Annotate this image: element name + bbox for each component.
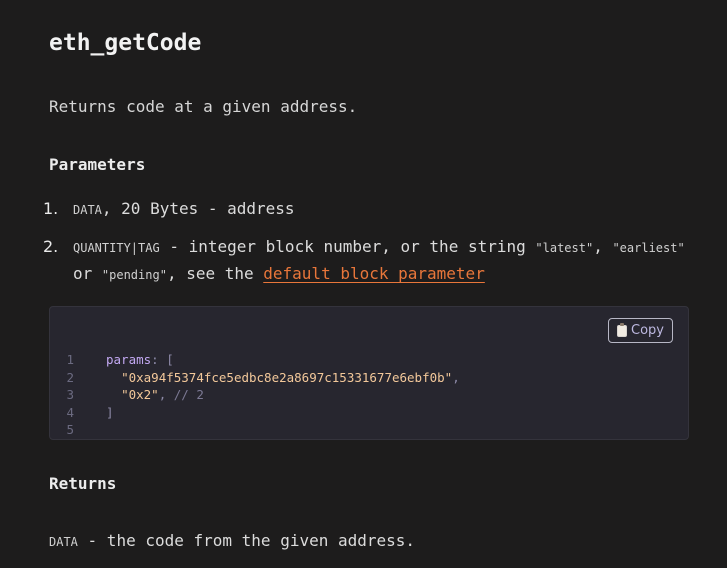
tag-earliest: "earliest" <box>612 241 685 255</box>
code-comma: , <box>452 369 460 385</box>
param-type: DATA <box>73 203 102 217</box>
clipboard-icon <box>617 322 628 337</box>
line-number: 3 <box>66 387 74 403</box>
code-string: "0x2" <box>121 387 159 403</box>
code-text: params: [ <box>106 351 174 369</box>
parameters-list: 1. DATA, 20 Bytes - address 2. QUANTITY|… <box>43 196 689 288</box>
code-line: 2 "0xa94f5374fce5edbc8e2a8697c15331677e6… <box>50 369 688 387</box>
page-title: eth_getCode <box>49 30 202 56</box>
param-description: - integer block number, or the string <box>159 237 536 256</box>
code-string: "0xa94f5374fce5edbc8e2a8697c15331677e6eb… <box>121 369 453 385</box>
tag-pending: "pending" <box>101 268 167 282</box>
copy-button[interactable]: Copy <box>608 318 673 343</box>
parameters-heading: Parameters <box>49 155 146 174</box>
line-number: 5 <box>66 422 74 438</box>
code-text: "0x2", // 2 <box>106 386 204 404</box>
code-bracket: [ <box>166 352 174 367</box>
code-block: Copy 1 params: [ 2 "0xa94f5374fce5edbc8e… <box>49 306 689 440</box>
param-type: QUANTITY|TAG <box>73 241 160 255</box>
separator: , <box>593 237 613 256</box>
code-line: 4 ] <box>50 404 688 422</box>
return-description: - the code from the given address. <box>77 531 416 550</box>
code-line: 5 <box>50 421 688 439</box>
code-text: "0xa94f5374fce5edbc8e2a8697c15331677e6eb… <box>106 369 460 387</box>
param-description-tail: , see the <box>166 264 264 283</box>
tag-latest: "latest" <box>535 241 594 255</box>
returns-heading: Returns <box>49 474 117 493</box>
code-lines: 1 params: [ 2 "0xa94f5374fce5edbc8e2a869… <box>50 351 688 439</box>
list-number: 2. <box>43 237 59 256</box>
list-item: 2. QUANTITY|TAG - integer block number, … <box>43 234 689 288</box>
list-number: 1. <box>43 199 59 218</box>
code-key: params <box>106 352 152 367</box>
line-number: 2 <box>66 369 74 385</box>
returns-description: DATA - the code from the given address. <box>49 531 415 550</box>
conjunction: or <box>73 264 102 283</box>
line-number: 4 <box>66 404 74 420</box>
list-item: 1. DATA, 20 Bytes - address <box>43 196 689 223</box>
code-line: 3 "0x2", // 2 <box>50 386 688 404</box>
copy-label: Copy <box>631 323 664 338</box>
param-description: , 20 Bytes - address <box>101 199 295 218</box>
code-text: ] <box>106 404 114 422</box>
code-bracket: ] <box>106 404 114 420</box>
method-description: Returns code at a given address. <box>49 97 358 116</box>
code-line: 1 params: [ <box>50 351 688 369</box>
line-number: 1 <box>66 352 74 367</box>
default-block-parameter-link[interactable]: default block parameter <box>263 264 485 283</box>
code-colon: : <box>151 352 167 367</box>
code-comment: // 2 <box>166 387 204 403</box>
return-type: DATA <box>49 535 78 549</box>
